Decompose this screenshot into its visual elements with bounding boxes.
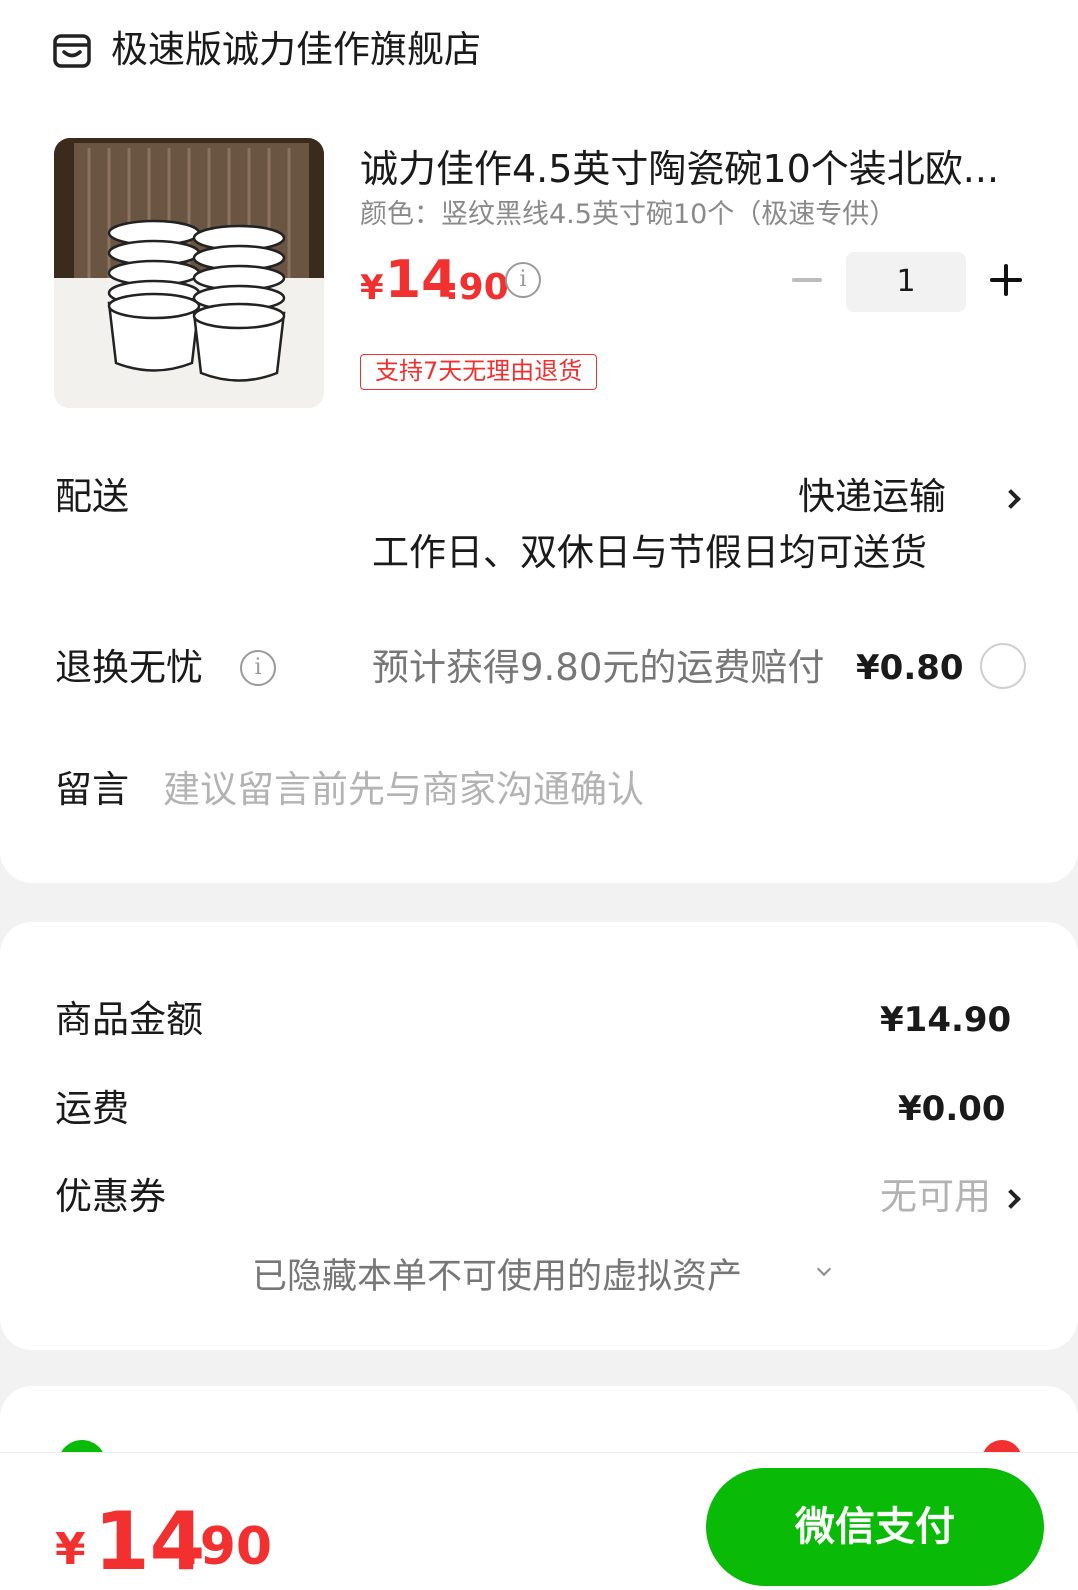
coupon-label: 优惠券	[55, 1175, 166, 1218]
items-amount-value: ¥14.90	[880, 1000, 1012, 1040]
price-currency: ¥	[360, 268, 384, 308]
product-image[interactable]	[54, 138, 324, 408]
message-label: 留言	[55, 768, 129, 811]
increase-quantity-button[interactable]	[990, 264, 1022, 296]
return-insurance-price: ¥0.80	[856, 648, 964, 688]
message-input[interactable]: 建议留言前先与商家沟通确认	[163, 765, 644, 815]
decrease-quantity-button[interactable]	[792, 278, 822, 282]
hidden-assets-toggle[interactable]: 已隐藏本单不可使用的虚拟资产	[252, 1252, 742, 1302]
store-name[interactable]: 极速版诚力佳作旗舰店	[111, 24, 481, 76]
return-policy-badge: 支持7天无理由退货	[360, 354, 598, 390]
delivery-label: 配送	[55, 475, 129, 518]
shipping-value: ¥0.00	[898, 1089, 1006, 1129]
coupon-value[interactable]: 无可用	[880, 1172, 991, 1222]
store-icon	[53, 34, 91, 68]
delivery-note: 工作日、双休日与节假日均可送货	[372, 531, 927, 574]
shipping-label: 运费	[55, 1087, 129, 1130]
product-title[interactable]: 诚力佳作4.5英寸陶瓷碗10个装北欧...	[360, 144, 1000, 194]
quantity-input[interactable]: 1	[846, 252, 966, 312]
order-card	[0, 0, 1078, 883]
price-info-icon[interactable]	[505, 262, 541, 298]
delivery-method[interactable]: 快递运输	[798, 472, 946, 522]
return-insurance-radio[interactable]	[980, 643, 1026, 689]
total-currency: ¥	[55, 1524, 86, 1575]
return-insurance-label: 退换无忧	[55, 646, 203, 689]
wechat-pay-button[interactable]: 微信支付	[706, 1468, 1044, 1586]
total-decimal: .90	[180, 1517, 273, 1577]
price-decimal: .90	[445, 267, 509, 308]
items-amount-label: 商品金额	[55, 998, 203, 1041]
return-insurance-desc: 预计获得9.80元的运费赔付	[372, 646, 825, 689]
product-spec[interactable]: 颜色：竖纹黑线4.5英寸碗10个（极速专供）	[360, 196, 896, 234]
return-insurance-info-icon[interactable]	[240, 650, 276, 686]
